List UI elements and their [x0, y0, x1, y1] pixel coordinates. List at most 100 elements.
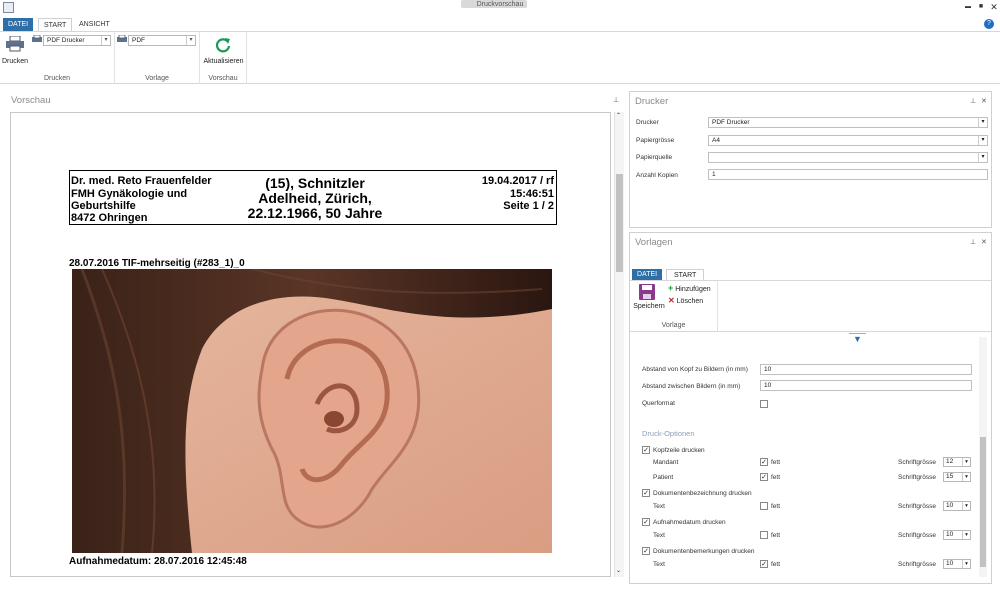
minimize-button[interactable]: ▬	[962, 1, 974, 13]
preview-scroll-thumb[interactable]	[616, 174, 623, 272]
chevron-down-icon: ▾	[978, 136, 987, 145]
anzahl-kopien-input[interactable]: 1	[708, 169, 988, 180]
chevron-down-icon: ▾	[978, 118, 987, 127]
scroll-down-arrow-icon[interactable]: ▼	[849, 333, 866, 345]
doctor-line-2: FMH Gynäkologie und	[71, 188, 188, 200]
chevron-down-icon: ▾	[978, 153, 987, 162]
doctor-line-3: Geburtshilfe	[71, 200, 136, 212]
dokbez-size-select[interactable]: 10 ▾	[943, 501, 971, 511]
drucken-button[interactable]: Drucken	[2, 34, 28, 68]
aktualisieren-button[interactable]: Aktualisieren	[202, 34, 245, 68]
scroll-up-icon[interactable]: ⌃	[616, 112, 621, 119]
pin-icon[interactable]: ⊥	[970, 238, 976, 246]
template-icon	[117, 35, 127, 42]
dokbez-label: Dokumentenbezeichnung drucken	[653, 490, 752, 497]
page-line: Seite 1 / 2	[503, 200, 554, 212]
kopfzeile-label: Kopfzeile drucken	[653, 447, 705, 454]
dokbez-checkbox[interactable]: ✓	[642, 489, 650, 497]
printer-small-icon	[32, 35, 42, 42]
chevron-down-icon: ▾	[962, 473, 970, 481]
preview-scrollbar[interactable]: ⌃ ⌄	[614, 112, 624, 577]
dokbez-text-label: Text	[653, 503, 665, 510]
document-image	[72, 269, 552, 553]
kopfzeile-checkbox[interactable]: ✓	[642, 446, 650, 454]
drucker-select[interactable]: PDF Drucker ▾	[708, 117, 988, 128]
dokbez-fett-checkbox[interactable]	[760, 502, 768, 510]
chevron-down-icon: ▾	[186, 36, 195, 45]
speichern-button[interactable]: Speichern	[632, 283, 665, 313]
aufnahmedatum-label: Aufnahmedatum drucken	[653, 519, 726, 526]
printer-select[interactable]: PDF Drucker ▾	[43, 35, 111, 46]
papierquelle-label: Papierquelle	[636, 154, 673, 161]
pin-icon[interactable]: ⊥	[970, 97, 976, 105]
dokbez-size-value: 10	[946, 502, 954, 509]
aufnahme-size-select[interactable]: 10 ▾	[943, 530, 971, 540]
abstand-kopf-label: Abstand von Kopf zu Bildern (in mm)	[642, 366, 748, 373]
drucker-panel: Drucker ⊥ ✕ Drucker PDF Drucker ▾ Papier…	[629, 91, 992, 228]
maximize-button[interactable]: ■	[975, 1, 987, 13]
anzahl-kopien-label: Anzahl Kopien	[636, 172, 678, 179]
patient-label: Patient	[653, 474, 674, 481]
patient-fett-checkbox[interactable]: ✓	[760, 473, 768, 481]
querformat-checkbox[interactable]	[760, 400, 768, 408]
hinzufuegen-button[interactable]: + Hinzufügen	[668, 283, 711, 293]
drucker-label: Drucker	[636, 119, 659, 126]
chevron-down-icon: ▾	[962, 502, 970, 510]
ribbon: Drucken PDF Drucker ▾ Drucken PDF ▾ Vorl…	[0, 31, 1000, 84]
loeschen-button[interactable]: ✕ Löschen	[668, 296, 703, 306]
chevron-down-icon: ▾	[962, 458, 970, 466]
scroll-down-icon[interactable]: ⌄	[616, 567, 621, 574]
close-icon[interactable]: ✕	[981, 238, 987, 246]
dokbem-size-select[interactable]: 10 ▾	[943, 559, 971, 569]
dokbem-fett-checkbox[interactable]: ✓	[760, 560, 768, 568]
patient-schriftgroesse-label: Schriftgrösse	[898, 474, 936, 481]
chevron-down-icon: ▾	[962, 531, 970, 539]
refresh-icon	[215, 38, 231, 53]
mandant-size-select[interactable]: 12 ▾	[943, 457, 971, 467]
close-icon[interactable]: ✕	[981, 97, 987, 105]
vorlage-group-label: Vorlage	[661, 322, 686, 329]
printer-select-value: PDF Drucker	[47, 37, 85, 44]
window-title: Druckvorschau	[476, 1, 524, 8]
vorlagen-scrollbar[interactable]	[979, 337, 987, 577]
papiergroesse-label: Papiergrösse	[636, 137, 675, 144]
dokbez-schriftgroesse-label: Schriftgrösse	[898, 503, 936, 510]
doctor-line-4: 8472 Ohringen	[71, 212, 148, 224]
dokbem-fett-label: fett	[771, 561, 781, 568]
group-vorschau-label: Vorschau	[208, 75, 238, 82]
loeschen-label: Löschen	[676, 298, 704, 305]
abstand-bilder-input[interactable]: 10	[760, 380, 972, 391]
abstand-kopf-input[interactable]: 10	[760, 364, 972, 375]
druck-optionen-heading: Druck-Optionen	[642, 429, 695, 438]
app-icon	[3, 2, 14, 13]
help-icon[interactable]: ?	[984, 19, 994, 29]
querformat-label: Querformat	[642, 400, 675, 407]
aufnahme-fett-checkbox[interactable]	[760, 531, 768, 539]
vorlagen-scroll-thumb[interactable]	[980, 437, 986, 567]
mandant-fett-checkbox[interactable]: ✓	[760, 458, 768, 466]
papiergroesse-select[interactable]: A4 ▾	[708, 135, 988, 146]
group-divider	[717, 281, 718, 331]
aufnahmedatum-checkbox[interactable]: ✓	[642, 518, 650, 526]
close-button[interactable]: ✕	[988, 1, 1000, 13]
template-select[interactable]: PDF ▾	[128, 35, 196, 46]
aufnahme-size-value: 10	[946, 531, 954, 538]
group-vorlage-label: Vorlage	[145, 75, 169, 82]
dokbem-text-label: Text	[653, 561, 665, 568]
tab-ansicht[interactable]: ANSICHT	[74, 18, 115, 31]
dokbem-checkbox[interactable]: ✓	[642, 547, 650, 555]
print-header: Dr. med. Reto Frauenfelder FMH Gynäkolog…	[69, 170, 557, 225]
tab-datei[interactable]: DATEI	[3, 18, 34, 31]
speichern-label: Speichern	[633, 303, 665, 310]
tab-start[interactable]: START	[38, 18, 73, 31]
vorlagen-tab-datei[interactable]: DATEI	[632, 269, 663, 280]
drucken-label: Drucken	[2, 58, 29, 65]
patient-size-select[interactable]: 15 ▾	[943, 472, 971, 482]
papierquelle-select[interactable]: ▾	[708, 152, 988, 163]
pin-icon[interactable]: ⊥	[613, 96, 619, 104]
vorlagen-tab-start[interactable]: START	[666, 269, 705, 280]
chevron-down-icon: ▾	[101, 36, 110, 45]
patient-line-1: (15), Schnitzler	[265, 175, 365, 191]
mandant-label: Mandant	[653, 459, 679, 466]
group-drucken-label: Drucken	[43, 75, 71, 82]
